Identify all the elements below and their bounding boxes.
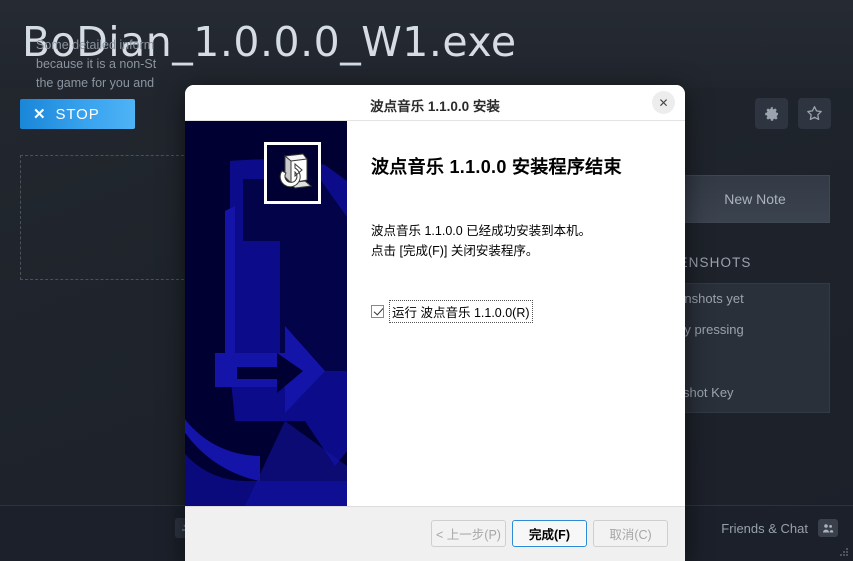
- new-note-button[interactable]: New Note: [680, 175, 830, 223]
- installer-banner-image: [185, 121, 347, 506]
- installer-heading: 波点音乐 1.1.0.0 安装程序结束: [371, 157, 622, 177]
- run-program-checkbox[interactable]: [371, 305, 384, 318]
- stop-button[interactable]: ✕ STOP: [20, 99, 135, 129]
- gear-icon-button[interactable]: [755, 98, 788, 129]
- stop-button-label: STOP: [55, 105, 100, 123]
- star-icon-button[interactable]: [798, 98, 831, 129]
- installer-content: 波点音乐 1.1.0.0 安装程序结束 波点音乐 1.1.0.0 已经成功安装到…: [347, 121, 685, 506]
- friends-and-chat-label[interactable]: Friends & Chat: [721, 521, 808, 536]
- installer-dialog: 波点音乐 1.1.0.0 安装 ✕ 波点音乐 1.1.0.0 安装程序结束 波点…: [185, 85, 685, 561]
- cancel-button: 取消(C): [593, 520, 668, 547]
- dialog-footer: < 上一步(P) 完成(F) 取消(C): [185, 506, 685, 561]
- application-window: BoDian_1.0.0.0_W1.exe ✕ STOP Some detail…: [0, 0, 853, 561]
- dialog-body: 波点音乐 1.1.0.0 安装程序结束 波点音乐 1.1.0.0 已经成功安装到…: [185, 121, 685, 506]
- close-icon[interactable]: ✕: [652, 91, 675, 114]
- star-icon: [806, 105, 823, 122]
- resize-grip[interactable]: [840, 548, 848, 556]
- back-button: < 上一步(P): [431, 520, 506, 547]
- close-x-icon: ✕: [33, 105, 47, 123]
- run-program-checkbox-row[interactable]: 运行 波点音乐 1.1.0.0(R): [371, 300, 533, 323]
- run-program-checkbox-label[interactable]: 运行 波点音乐 1.1.0.0(R): [389, 300, 533, 323]
- installer-body-text: 波点音乐 1.1.0.0 已经成功安装到本机。 点击 [完成(F)] 关闭安装程…: [371, 224, 592, 258]
- gear-icon: [764, 106, 780, 122]
- dialog-titlebar[interactable]: 波点音乐 1.1.0.0 安装 ✕: [185, 85, 685, 121]
- finish-button[interactable]: 完成(F): [512, 520, 587, 547]
- friends-icon[interactable]: [818, 519, 838, 537]
- dialog-title: 波点音乐 1.1.0.0 安装: [370, 99, 500, 114]
- nsis-install-icon: [264, 142, 321, 204]
